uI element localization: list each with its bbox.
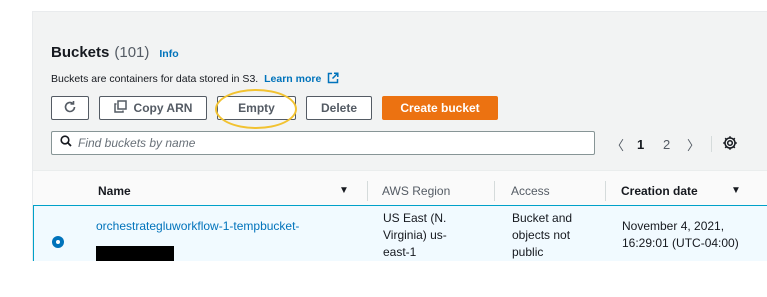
description-text: Buckets are containers for data stored i…: [51, 73, 259, 85]
page-title: Buckets: [51, 44, 110, 61]
redacted-block: [96, 246, 174, 261]
copy-icon: [113, 100, 127, 116]
refresh-icon: [63, 100, 77, 117]
table-header: Name ▼ AWS Region Access Creation date ▼: [33, 170, 767, 210]
column-separator: [605, 181, 606, 201]
bucket-creation-date: November 4, 2021, 16:29:01 (UTC-04:00): [622, 219, 739, 250]
row-select-radio[interactable]: [52, 236, 64, 248]
bucket-access: Bucket and objects not public: [512, 210, 572, 261]
sort-down-icon[interactable]: ▼: [731, 185, 741, 196]
column-separator: [494, 181, 495, 201]
buckets-panel: Buckets (101) Info Buckets are container…: [32, 11, 767, 261]
create-bucket-button[interactable]: Create bucket: [382, 96, 498, 120]
table-row[interactable]: orchestrategluworkflow-1-tempbucket- US …: [33, 205, 767, 261]
external-link-icon[interactable]: [327, 72, 339, 87]
bucket-count: (101): [114, 44, 150, 61]
next-page-icon[interactable]: 〉: [687, 135, 700, 154]
panel-header: Buckets (101) Info: [51, 44, 179, 61]
refresh-button[interactable]: [51, 96, 89, 120]
bucket-region: US East (N. Virginia) us- east-1: [383, 211, 447, 259]
page-2-button[interactable]: 2: [663, 137, 670, 152]
top-strip: [0, 0, 767, 11]
learn-more-link[interactable]: Learn more: [264, 73, 321, 85]
copy-arn-label: Copy ARN: [133, 101, 193, 115]
pager-divider: [711, 136, 712, 152]
copy-arn-button[interactable]: Copy ARN: [99, 96, 207, 120]
bucket-name-link[interactable]: orchestrategluworkflow-1-tempbucket-: [96, 218, 299, 235]
previous-page-icon[interactable]: 〈: [611, 135, 624, 154]
sort-down-icon[interactable]: ▼: [339, 185, 349, 196]
search-input[interactable]: [78, 136, 594, 150]
search-box[interactable]: [51, 131, 595, 155]
search-icon: [60, 134, 72, 152]
panel-description: Buckets are containers for data stored i…: [51, 72, 339, 87]
settings-gear-icon[interactable]: [722, 135, 738, 154]
delete-button[interactable]: Delete: [306, 96, 372, 120]
page-1-button[interactable]: 1: [637, 137, 644, 152]
empty-button[interactable]: Empty: [217, 96, 296, 120]
column-separator: [367, 181, 368, 201]
info-link[interactable]: Info: [159, 48, 178, 60]
